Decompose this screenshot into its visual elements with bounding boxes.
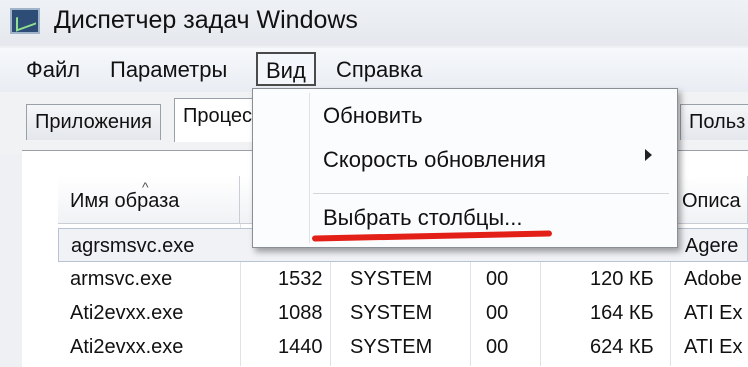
cell-image-name: Ati2evxx.exe [70,336,184,358]
cell-user: SYSTEM [350,268,433,290]
column-header-image-name[interactable]: ^ Имя образа [58,176,240,224]
task-manager-icon [10,8,40,34]
cell-image-name: Ati2evxx.exe [70,302,184,324]
cell-description: ATI Ex [684,336,743,358]
tab-applications[interactable]: Приложения [26,104,162,140]
cell-pid: 1440 [278,336,323,358]
cell-description: Adobe [684,268,742,290]
cell-pid: 1088 [278,302,323,324]
cell-cpu: 00 [486,302,509,324]
menu-item-select-columns[interactable]: Выбрать столбцы... [323,205,523,231]
menu-bar: Файл Параметры Вид Справка [0,48,748,93]
cell-cpu: 00 [486,268,509,290]
submenu-arrow-icon [645,149,652,161]
cell-description: ATI Ex [684,302,743,324]
menu-options[interactable]: Параметры [110,57,227,83]
cell-cpu: 00 [486,336,509,358]
menu-view[interactable]: Вид [256,52,316,86]
menu-item-update-speed[interactable]: Скорость обновления [323,147,546,173]
table-row[interactable]: Ati2evxx.exe 1088 SYSTEM 00 164 КБ ATI E… [58,296,748,330]
tab-users[interactable]: Польз [680,104,748,140]
title-bar: Диспетчер задач Windows [0,0,748,46]
window-title: Диспетчер задач Windows [54,6,358,34]
menu-help[interactable]: Справка [336,57,422,83]
cell-user: SYSTEM [350,336,433,358]
view-dropdown-menu: Обновить Скорость обновления Выбрать сто… [252,88,678,248]
cell-memory: 164 КБ [590,302,654,324]
cell-pid: 1532 [278,268,323,290]
menu-item-refresh[interactable]: Обновить [323,103,423,129]
column-header-description[interactable]: Описа [670,176,748,224]
sort-ascending-icon: ^ [142,179,149,195]
menu-separator [313,193,669,194]
cell-user: SYSTEM [350,302,433,324]
menu-file[interactable]: Файл [26,57,80,83]
cell-memory: 624 КБ [590,336,654,358]
cell-image-name: armsvc.exe [70,268,173,290]
table-row[interactable]: armsvc.exe 1532 SYSTEM 00 120 КБ Adobe [58,262,748,296]
cell-image-name: agrsmsvc.exe [71,235,195,257]
menu-icon-gutter [309,93,310,243]
cell-description: Agere [685,235,739,257]
cell-memory: 120 КБ [590,268,654,290]
table-row[interactable]: Ati2evxx.exe 1440 SYSTEM 00 624 КБ ATI E… [58,330,748,364]
